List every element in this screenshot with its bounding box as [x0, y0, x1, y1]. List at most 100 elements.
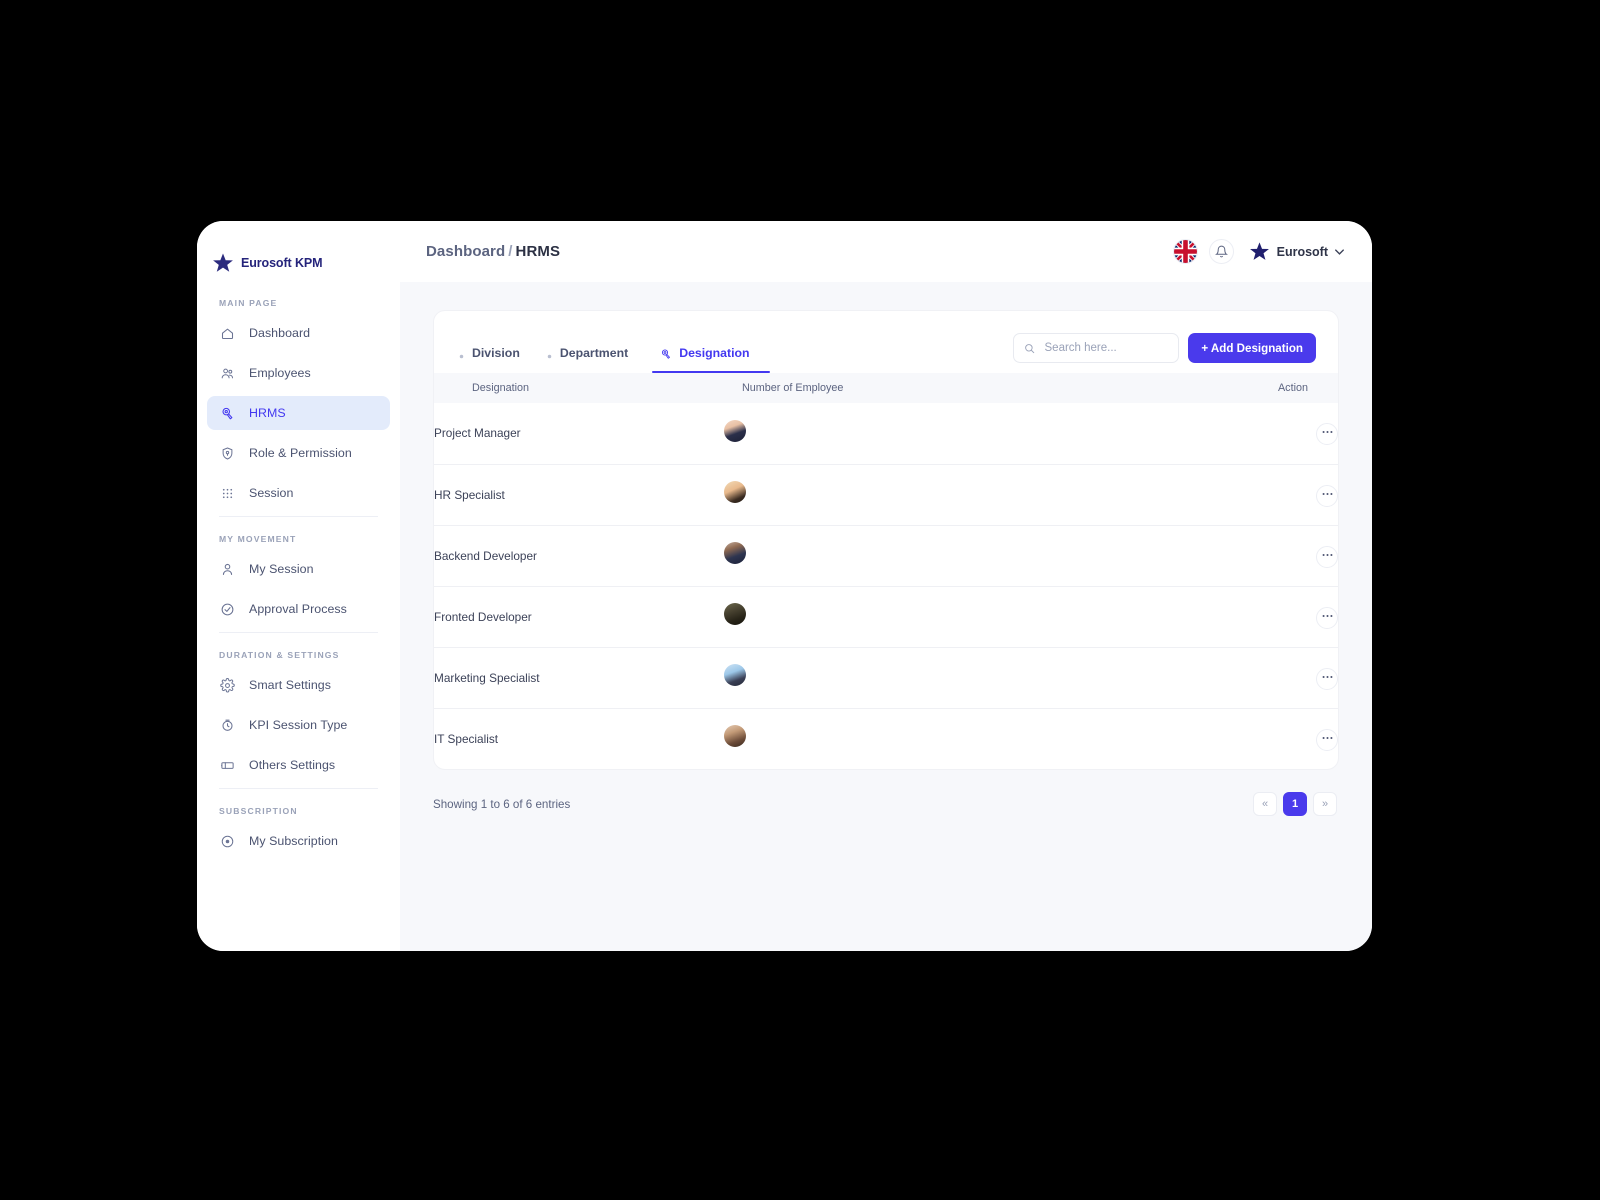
uk-flag-icon [1173, 240, 1197, 263]
user-name: Eurosoft [1276, 244, 1328, 259]
add-designation-button[interactable]: + Add Designation [1188, 333, 1316, 363]
column-header-action: Action [1277, 382, 1308, 394]
sidebar-item-approval-process[interactable]: Approval Process [207, 592, 390, 626]
search-box[interactable] [1013, 333, 1180, 363]
table-footer: Showing 1 to 6 of 6 entries «1» [433, 770, 1339, 816]
sidebar-item-label: Employees [249, 366, 311, 380]
sidebar-group-label: MAIN PAGE [219, 298, 278, 308]
table-header: Designation Number of Employee Action [434, 373, 1338, 403]
main-area: Dashboard / HRMS Eurosoft Division Depar… [400, 221, 1372, 951]
breadcrumb-separator: / [508, 243, 513, 260]
users-icon [219, 365, 235, 381]
table-body: Project Manager HR Specialist Backend Deve… [434, 403, 1338, 769]
sidebar-item-my-session[interactable]: My Session [207, 552, 390, 586]
tab-division[interactable]: Division [456, 329, 534, 373]
cell-designation: HR Specialist [434, 464, 724, 526]
table-row: HR Specialist [434, 464, 1338, 526]
column-header-designation: Designation [472, 382, 530, 394]
tab-bar: Division Department Designation [456, 329, 770, 373]
language-selector[interactable] [1172, 239, 1198, 264]
sidebar-item-employees[interactable]: Employees [207, 356, 390, 390]
badge-icon [660, 348, 672, 360]
brand-logo[interactable]: Eurosoft KPM [197, 221, 400, 281]
table-row: Backend Developer [434, 525, 1338, 587]
cell-number-of-employee [724, 403, 1228, 465]
pagination-next[interactable]: » [1313, 792, 1337, 816]
card-header: Division Department Designation + Add Desi… [434, 311, 1338, 373]
sidebar-item-smart-settings[interactable]: Smart Settings [207, 668, 390, 702]
search-icon [1025, 343, 1035, 353]
cell-number-of-employee [724, 647, 1228, 709]
table-header-row: Designation Number of Employee Action [434, 373, 1338, 403]
topbar-actions: Eurosoft [1172, 239, 1344, 264]
sidebar-item-label: HRMS [249, 406, 286, 420]
row-actions-button[interactable] [1316, 728, 1338, 751]
pagination: «1» [1253, 792, 1337, 816]
sidebar-item-hrms[interactable]: HRMS [207, 396, 390, 430]
topbar: Dashboard / HRMS Eurosoft [400, 221, 1372, 282]
sidebar-item-dashboard[interactable]: Dashboard [207, 316, 390, 350]
sidebar-group-label: SUBSCRIPTION [219, 806, 298, 816]
sidebar-item-label: Role & Permission [249, 446, 352, 460]
sidebar-item-my-subscription[interactable]: My Subscription [207, 824, 390, 858]
cell-action [1228, 403, 1338, 465]
breadcrumb-parent[interactable]: Dashboard [426, 243, 505, 260]
star-icon [213, 253, 233, 272]
star-avatar-icon [1249, 242, 1269, 260]
row-actions-button[interactable] [1316, 606, 1338, 629]
tab-designation[interactable]: Designation [652, 329, 770, 373]
bell-icon [1214, 245, 1228, 258]
row-actions-button[interactable] [1316, 545, 1338, 568]
table-row: Marketing Specialist [434, 647, 1338, 709]
sidebar-nav: MAIN PAGE Dashboard Employees HRMS Role & Pe… [197, 281, 400, 858]
cell-designation: Fronted Developer [434, 586, 724, 648]
sidebar-group-label: DURATION & SETTINGS [219, 650, 340, 660]
card-actions: + Add Designation [1013, 333, 1316, 373]
pagination-prev[interactable]: « [1253, 792, 1277, 816]
person-icon [219, 561, 235, 577]
row-actions-button[interactable] [1316, 423, 1338, 446]
brand-name: Eurosoft KPM [241, 256, 323, 270]
tab-label: Division [472, 346, 520, 360]
user-menu[interactable]: Eurosoft [1249, 241, 1344, 262]
sidebar-item-label: Others Settings [249, 758, 336, 772]
coin-icon [219, 833, 235, 849]
cell-designation: IT Specialist [434, 731, 499, 746]
check-circle-icon [219, 601, 235, 617]
sidebar: Eurosoft KPM MAIN PAGE Dashboard Employees… [197, 221, 400, 951]
sidebar-group-label: MY MOVEMENT [219, 534, 297, 544]
cell-number-of-employee [724, 708, 1228, 769]
avatar [724, 725, 746, 748]
sidebar-item-kpi-session-type[interactable]: KPI Session Type [207, 708, 390, 742]
grid-icon [219, 485, 235, 501]
content-area: Division Department Designation + Add Desi… [400, 282, 1372, 951]
row-actions-button[interactable] [1316, 484, 1338, 507]
search-input[interactable] [1044, 342, 1169, 354]
ticket-icon [219, 757, 235, 773]
avatar [724, 481, 746, 503]
sidebar-item-label: My Session [249, 562, 314, 576]
sidebar-item-role-permission[interactable]: Role & Permission [207, 436, 390, 470]
notifications-button[interactable] [1208, 239, 1234, 264]
table-row: Fronted Developer [434, 586, 1338, 648]
column-header-number-of-employee: Number of Employee [742, 382, 844, 394]
breadcrumb-current: HRMS [515, 243, 561, 260]
designation-table: Designation Number of Employee Action Pr… [434, 373, 1338, 769]
cell-designation: Marketing Specialist [434, 647, 724, 709]
clock-icon [219, 717, 235, 733]
cell-number-of-employee [724, 525, 1228, 587]
cell-number-of-employee [724, 586, 1228, 648]
cell-action [1228, 708, 1338, 769]
app-window: Eurosoft KPM MAIN PAGE Dashboard Employees… [197, 221, 1372, 951]
cell-action [1228, 525, 1338, 587]
pagination-page-1[interactable]: 1 [1283, 792, 1307, 816]
tab-department[interactable]: Department [544, 329, 642, 373]
avatar [724, 419, 746, 442]
dot-icon [458, 353, 465, 360]
cell-action [1228, 586, 1338, 648]
sidebar-item-others-settings[interactable]: Others Settings [207, 748, 390, 782]
showing-entries-text: Showing 1 to 6 of 6 entries [433, 797, 571, 811]
sidebar-item-session[interactable]: Session [207, 476, 390, 510]
sidebar-item-label: My Subscription [249, 834, 338, 848]
row-actions-button[interactable] [1316, 667, 1338, 690]
